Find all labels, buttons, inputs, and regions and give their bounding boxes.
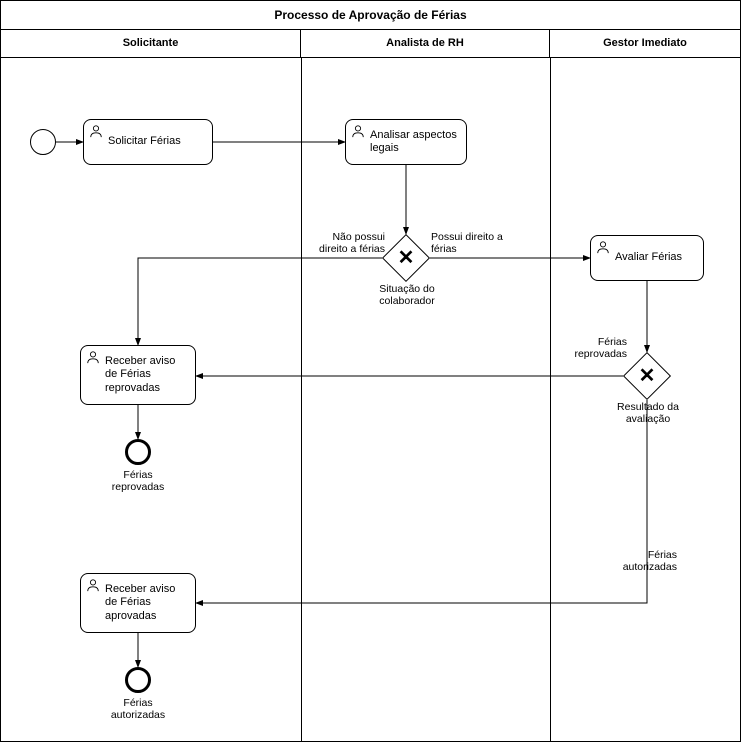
- task-solicitar-ferias: Solicitar Férias: [83, 119, 213, 165]
- gateway-resultado-label: Resultado da avaliação: [606, 401, 690, 425]
- bpmn-diagram: Processo de Aprovação de Férias Solicita…: [0, 0, 741, 742]
- task-label: Solicitar Férias: [108, 135, 181, 148]
- x-icon: ✕: [630, 359, 664, 393]
- lane-header-row: Solicitante Analista de RH Gestor Imedia…: [1, 29, 740, 58]
- task-receber-reprovadas: Receber aviso de Férias reprovadas: [80, 345, 196, 405]
- flow-label-autorizadas: Férias autorizadas: [605, 549, 677, 573]
- end-event-autorizadas-label: Férias autorizadas: [106, 697, 170, 721]
- user-icon: [86, 578, 100, 592]
- task-label: Receber aviso de Férias aprovadas: [105, 583, 189, 623]
- user-icon: [596, 240, 610, 254]
- lane-divider-2: [550, 57, 551, 741]
- task-label: Analisar aspectos legais: [370, 129, 460, 155]
- end-event-autorizadas: [125, 667, 151, 693]
- lane-header-solicitante: Solicitante: [1, 29, 301, 57]
- x-icon: ✕: [389, 241, 423, 275]
- pool-title: Processo de Aprovação de Férias: [1, 1, 740, 30]
- user-icon: [86, 350, 100, 364]
- flow-label-nao-possui: Não possui direito a férias: [303, 231, 385, 255]
- lane-header-analista: Analista de RH: [301, 29, 550, 57]
- gateway-resultado: ✕: [630, 359, 664, 393]
- gateway-situacao-label: Situação do colaborador: [371, 283, 443, 307]
- flow-label-possui: Possui direito a férias: [431, 231, 507, 255]
- gateway-situacao: ✕: [389, 241, 423, 275]
- user-icon: [89, 124, 103, 138]
- task-label: Avaliar Férias: [615, 251, 682, 264]
- task-avaliar-ferias: Avaliar Férias: [590, 235, 704, 281]
- task-receber-aprovadas: Receber aviso de Férias aprovadas: [80, 573, 196, 633]
- flow-label-reprovadas: Férias reprovadas: [561, 336, 627, 360]
- lane-divider-1: [301, 57, 302, 741]
- end-event-reprovadas-label: Férias reprovadas: [106, 469, 170, 493]
- start-event: [30, 129, 56, 155]
- end-event-reprovadas: [125, 439, 151, 465]
- user-icon: [351, 124, 365, 138]
- task-label: Receber aviso de Férias reprovadas: [105, 355, 189, 395]
- task-analisar-aspectos: Analisar aspectos legais: [345, 119, 467, 165]
- lane-header-gestor: Gestor Imediato: [550, 29, 740, 57]
